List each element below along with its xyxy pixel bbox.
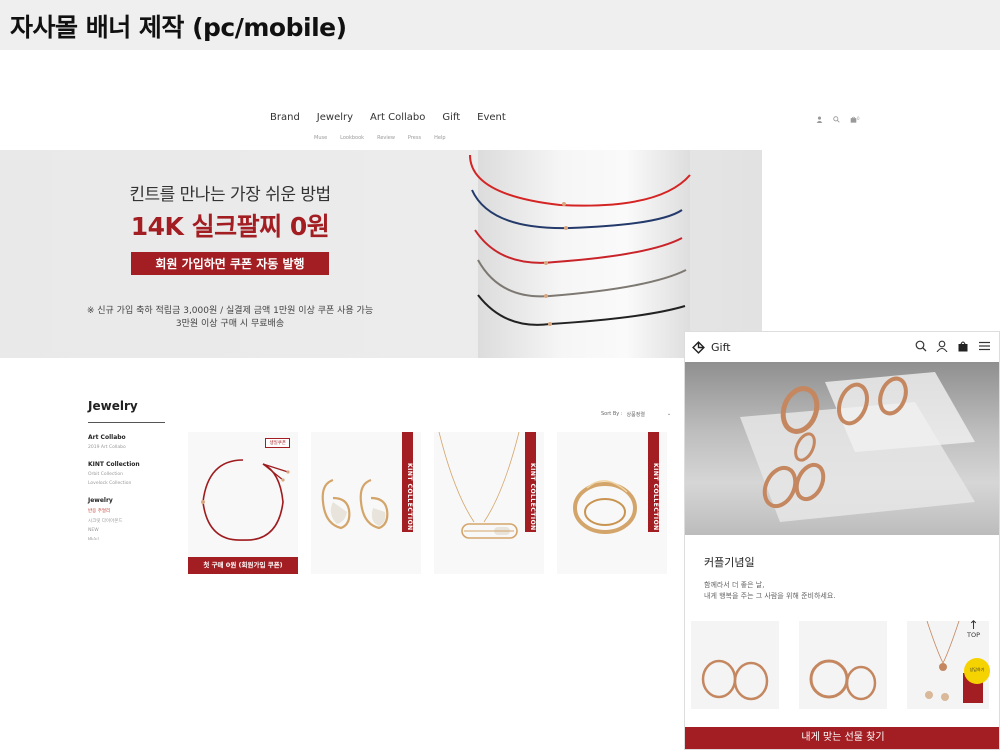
mobile-product-row (691, 621, 989, 709)
hero-note-line1: ※ 신규 가입 축하 적립금 3,000원 / 실결제 금액 1만원 이상 쿠폰… (86, 306, 374, 316)
couple-rings-thumb (809, 659, 877, 701)
pc-sub-menu: Muse Lookbook Review Press Help (314, 135, 446, 141)
mobile-logo-text: Gift (711, 341, 731, 354)
hero-note: ※ 신규 가입 축하 적립금 3,000원 / 실결제 금액 1만원 이상 쿠폰… (0, 305, 460, 331)
mobile-product-card[interactable] (799, 621, 887, 709)
mobile-category-title: 커플기념일 (704, 556, 755, 569)
product-card[interactable]: KINT COLLECTION (434, 432, 544, 574)
shopping-bag-icon[interactable] (957, 340, 969, 352)
pc-hero-banner[interactable]: 킨트를 만나는 가장 쉬운 방법 14K 실크팔찌 0원 회원 가입하면 쿠폰 … (0, 150, 762, 358)
nav-jewelry[interactable]: Jewelry (317, 112, 353, 123)
sidebar-group-kint-collection: KINT Collection Orbit Collection Loveloc… (88, 461, 178, 486)
sidebar-item[interactable]: Lovelock Collection (88, 481, 178, 486)
mobile-hero-image[interactable] (685, 362, 999, 535)
product-card[interactable]: 생일쿠폰 첫 구매 0원 (회원가입 쿠폰) (188, 432, 298, 574)
sidebar-group-art-collabo: Art Collabo 2019 Art Collabo (88, 434, 178, 450)
back-to-top-button[interactable]: ↑ TOP (967, 619, 980, 639)
arrow-up-icon: ↑ (968, 618, 979, 632)
sidebar-item[interactable]: 시크릿 다이아몬드 (88, 518, 178, 524)
mobile-mockup: Gift 커플기념일 함께라서 더 좋은 날, 내게 행복을 주는 그 사람을 … (684, 331, 1000, 750)
sidebar-head[interactable]: KINT Collection (88, 461, 178, 468)
collection-band: KINT COLLECTION (525, 432, 536, 532)
sidebar-head[interactable]: Jewelry (88, 497, 178, 504)
couple-rings-thumb (701, 659, 769, 701)
sidebar-group-jewelry: Jewelry 반응 주얼리 시크릿 다이아몬드 NEW BEST (88, 497, 178, 541)
mobile-description: 함께라서 더 좋은 날, 내게 행복을 주는 그 사람을 위해 준비하세요. (704, 580, 836, 602)
find-gift-button[interactable]: 내게 맞는 선물 찾기 (685, 727, 999, 749)
page: 자사몰 배너 제작 (pc/mobile) Brand Jewelry Art … (0, 0, 1000, 750)
mobile-logo[interactable]: Gift (692, 341, 731, 354)
page-title: 자사몰 배너 제작 (pc/mobile) (10, 13, 347, 42)
sidebar-item[interactable]: Orbit Collection (88, 472, 178, 477)
collection-band: KINT COLLECTION (402, 432, 413, 532)
mobile-desc-line1: 함께라서 더 좋은 날, (704, 581, 765, 589)
silk-bracelets-image (469, 154, 691, 326)
sidebar-item[interactable]: BEST (88, 537, 178, 541)
search-icon[interactable] (833, 116, 840, 123)
sidebar-item[interactable]: NEW (88, 528, 178, 533)
hamburger-menu-icon[interactable] (978, 340, 991, 352)
mobile-desc-line2: 내게 행복을 주는 그 사람을 위해 준비하세요. (704, 592, 836, 600)
brand-logo-icon (692, 341, 705, 354)
couple-rings-image (740, 372, 975, 522)
hero-subtitle: 킨트를 만나는 가장 쉬운 방법 (129, 185, 331, 205)
user-icon[interactable] (936, 340, 948, 352)
title-bar: 자사몰 배너 제작 (pc/mobile) (0, 0, 1000, 50)
kakao-chat-button[interactable]: 상담하기 (964, 658, 990, 684)
mobile-header-icons (915, 340, 991, 352)
product-tag: 생일쿠폰 (265, 438, 290, 448)
sort-value: 상품정렬 (626, 412, 645, 418)
chevron-down-icon: ⌄ (666, 411, 672, 417)
mobile-product-card[interactable] (691, 621, 779, 709)
hero-headline: 14K 실크팔찌 0원 (130, 212, 330, 241)
nav-gift[interactable]: Gift (442, 112, 460, 123)
sidebar-item[interactable]: 2019 Art Collabo (88, 445, 178, 450)
nav-event[interactable]: Event (477, 112, 506, 123)
top-label: TOP (967, 631, 981, 639)
collection-band: KINT COLLECTION (648, 432, 659, 532)
product-cta[interactable]: 첫 구매 0원 (회원가입 쿠폰) (188, 557, 298, 574)
product-card[interactable]: KINT COLLECTION (557, 432, 667, 574)
chat-label: 상담하기 (969, 667, 985, 672)
sidebar-head[interactable]: Art Collabo (88, 434, 178, 441)
nav-art-collabo[interactable]: Art Collabo (370, 112, 425, 123)
subnav-lookbook[interactable]: Lookbook (340, 135, 364, 141)
red-bracelet-image (201, 459, 290, 541)
section-title: Jewelry (88, 399, 138, 413)
pc-utility-icons: 0 (816, 116, 860, 123)
sidebar-menu: Art Collabo 2019 Art Collabo KINT Collec… (88, 434, 178, 552)
cart-icon[interactable]: 0 (850, 116, 860, 123)
sort-dropdown[interactable]: Sort By : 상품정렬 ⌄ (601, 411, 671, 418)
subnav-press[interactable]: Press (408, 135, 421, 141)
section-divider (88, 422, 165, 423)
mobile-header: Gift (685, 332, 999, 362)
hero-note-line2: 3만원 이상 구매 시 무료배송 (175, 319, 285, 329)
product-card[interactable]: KINT COLLECTION (311, 432, 421, 574)
necklace-image (438, 432, 520, 539)
ring-image (573, 480, 637, 534)
nav-brand[interactable]: Brand (270, 112, 300, 123)
user-icon[interactable] (816, 116, 823, 123)
hero-badge[interactable]: 회원 가입하면 쿠폰 자동 발행 (131, 252, 329, 275)
pc-main-menu: Brand Jewelry Art Collabo Gift Event (270, 112, 506, 123)
search-icon[interactable] (915, 340, 927, 352)
hero-text: 킨트를 만나는 가장 쉬운 방법 14K 실크팔찌 0원 회원 가입하면 쿠폰 … (0, 180, 460, 331)
earrings-image (321, 478, 389, 530)
product-grid: 생일쿠폰 첫 구매 0원 (회원가입 쿠폰) KINT COLLECTION K… (188, 432, 667, 574)
subnav-muse[interactable]: Muse (314, 135, 327, 141)
sidebar-item-active[interactable]: 반응 주얼리 (88, 508, 178, 514)
cart-count: 0 (857, 116, 860, 121)
sort-label: Sort By : (601, 411, 623, 417)
subnav-review[interactable]: Review (377, 135, 395, 141)
subnav-help[interactable]: Help (434, 135, 445, 141)
